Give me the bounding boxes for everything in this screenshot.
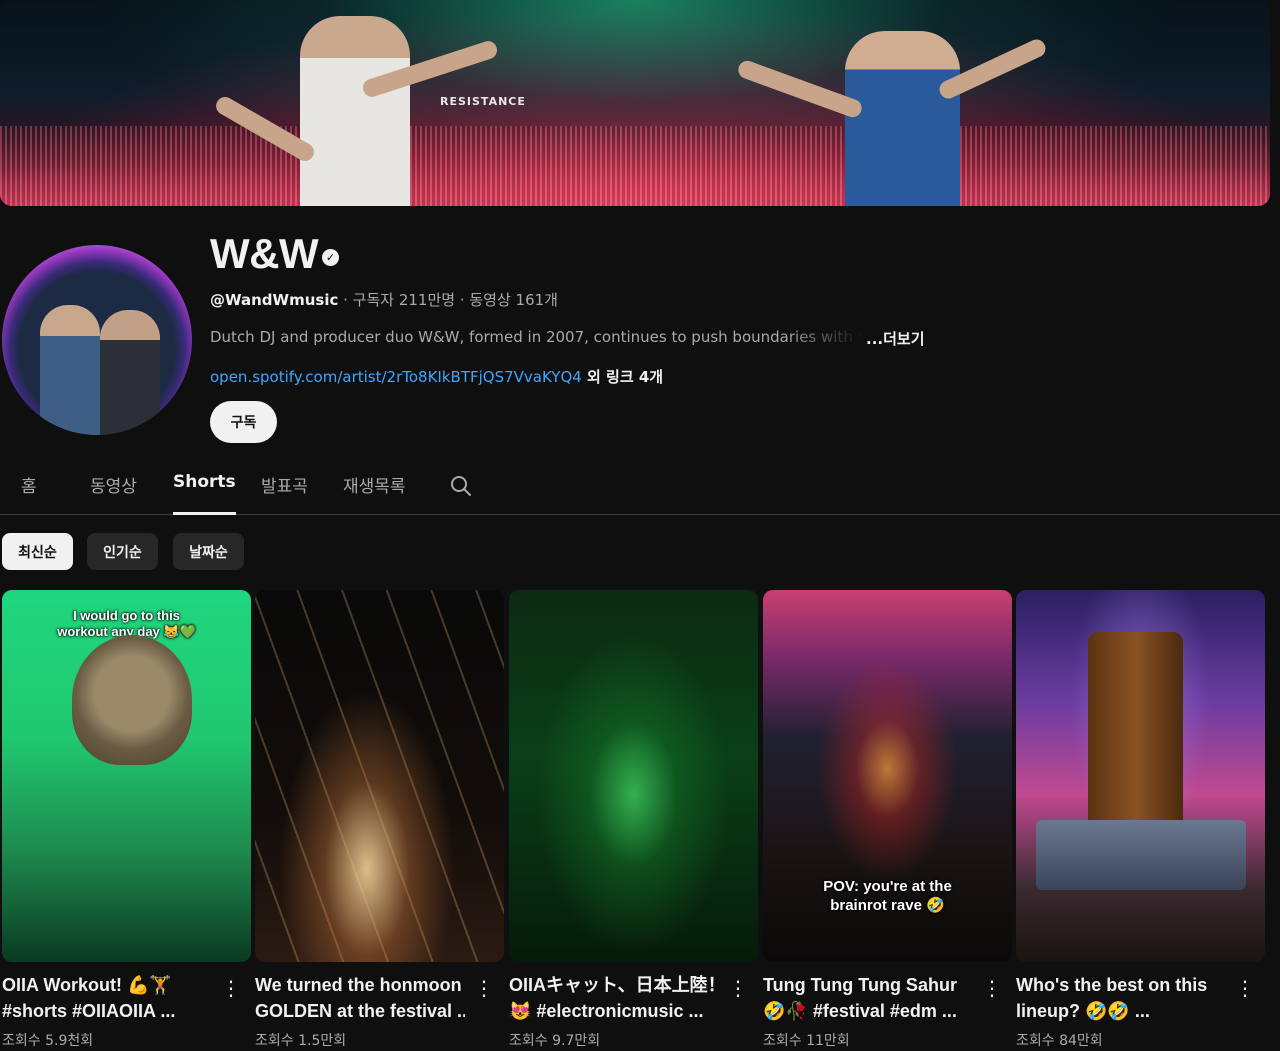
short-title-line: #shorts #OIIAOIIA ... <box>2 1001 176 1021</box>
channel-avatar[interactable] <box>2 245 192 435</box>
short-thumbnail[interactable] <box>509 590 758 962</box>
tab-releases[interactable]: 발표곡 <box>261 472 308 515</box>
short-views: 조회수 9.7만회 <box>509 1033 601 1049</box>
chip-popular[interactable]: 인기순 <box>87 533 158 570</box>
short-title-line: Who's the best on this <box>1016 975 1208 995</box>
more-button[interactable]: ...더보기 <box>866 328 925 349</box>
spotify-link[interactable]: open.spotify.com/artist/2rTo8KIkBTFjQS7V… <box>210 368 582 386</box>
more-options-icon[interactable]: ⋮ <box>472 976 496 1000</box>
short-title-line: OIIA Workout! 💪🏋 <box>2 975 172 995</box>
short-card[interactable]: I would go to this workout any day 😹💚 OI… <box>2 590 251 1050</box>
avatar-person <box>40 305 100 435</box>
short-thumbnail[interactable] <box>1016 590 1265 962</box>
channel-links: open.spotify.com/artist/2rTo8KIkBTFjQS7V… <box>210 366 663 387</box>
cat-image <box>72 635 192 765</box>
short-views: 조회수 1.5만회 <box>255 1033 347 1049</box>
channel-banner: RESISTANCE <box>0 0 1270 206</box>
more-options-icon[interactable]: ⋮ <box>1233 976 1257 1000</box>
search-icon[interactable] <box>449 474 473 498</box>
short-views: 조회수 11만회 <box>763 1033 850 1049</box>
verified-icon: ✓ <box>322 249 339 266</box>
thumbnail-caption: POV: you're at the brainrot rave 🤣 <box>823 878 952 914</box>
tab-home[interactable]: 홈 <box>21 472 37 515</box>
short-title-line: GOLDEN at the festival .. <box>255 1001 465 1021</box>
short-title-line: Tung Tung Tung Sahur <box>763 975 957 995</box>
banner-person-left <box>300 16 410 206</box>
chip-oldest[interactable]: 날짜순 <box>173 533 244 570</box>
short-title-line: OIIAキャット、日本上陸！ <box>509 975 719 995</box>
dj-deck-image <box>1036 820 1246 890</box>
short-title-line: 🤣🥀 #festival #edm ... <box>763 1001 957 1021</box>
short-title[interactable]: OIIA Workout! 💪🏋 #shorts #OIIAOIIA ... <box>2 972 212 1024</box>
channel-description-text: Dutch DJ and producer duo W&W, formed in… <box>210 328 862 346</box>
short-views: 조회수 84만회 <box>1016 1033 1103 1049</box>
more-links-button[interactable]: 외 링크 4개 <box>582 368 663 386</box>
channel-name: W&W <box>210 230 319 277</box>
tab-shorts[interactable]: Shorts <box>173 472 236 515</box>
channel-meta: @WandWmusic · 구독자 211만명 · 동영상 161개 <box>210 289 558 310</box>
short-title[interactable]: We turned the honmoon GOLDEN at the festi… <box>255 972 465 1024</box>
channel-stats: · 구독자 211만명 · 동영상 161개 <box>338 291 558 309</box>
tab-videos[interactable]: 동영상 <box>90 472 137 515</box>
short-card[interactable]: Who's the best on this lineup? 🤣🤣 ... ⋮ 조… <box>1016 590 1265 1050</box>
more-options-icon[interactable]: ⋮ <box>980 976 1004 1000</box>
banner-person-right <box>845 31 960 206</box>
channel-handle: @WandWmusic <box>210 291 339 309</box>
short-title[interactable]: Who's the best on this lineup? 🤣🤣 ... <box>1016 972 1226 1024</box>
short-thumbnail[interactable] <box>255 590 504 962</box>
short-card[interactable]: POV: you're at the brainrot rave 🤣 Tung … <box>763 590 1012 1050</box>
short-title[interactable]: OIIAキャット、日本上陸！ 😻 #electronicmusic ... <box>509 972 719 1024</box>
short-card[interactable]: OIIAキャット、日本上陸！ 😻 #electronicmusic ... ⋮ 조… <box>509 590 758 1050</box>
subscribe-button[interactable]: 구독 <box>210 401 277 443</box>
channel-tabs: 홈 동영상 Shorts 발표곡 재생목록 <box>0 460 1280 515</box>
chip-latest[interactable]: 최신순 <box>2 533 73 570</box>
short-thumbnail[interactable]: I would go to this workout any day 😹💚 <box>2 590 251 962</box>
short-thumbnail[interactable]: POV: you're at the brainrot rave 🤣 <box>763 590 1012 962</box>
cup-character-image <box>1088 632 1183 842</box>
banner-crowd <box>0 126 1270 206</box>
short-title-line: 😻 #electronicmusic ... <box>509 1001 704 1021</box>
avatar-person <box>100 310 160 435</box>
short-card[interactable]: We turned the honmoon GOLDEN at the festi… <box>255 590 504 1050</box>
short-views: 조회수 5.9천회 <box>2 1033 94 1049</box>
tab-playlists[interactable]: 재생목록 <box>343 472 406 515</box>
short-title[interactable]: Tung Tung Tung Sahur 🤣🥀 #festival #edm ..… <box>763 972 973 1024</box>
short-title-line: lineup? 🤣🤣 ... <box>1016 1001 1150 1021</box>
banner-sign: RESISTANCE <box>440 95 526 108</box>
more-options-icon[interactable]: ⋮ <box>219 976 243 1000</box>
short-title-line: We turned the honmoon <box>255 975 462 995</box>
more-options-icon[interactable]: ⋮ <box>726 976 750 1000</box>
channel-description[interactable]: Dutch DJ and producer duo W&W, formed in… <box>210 328 870 346</box>
